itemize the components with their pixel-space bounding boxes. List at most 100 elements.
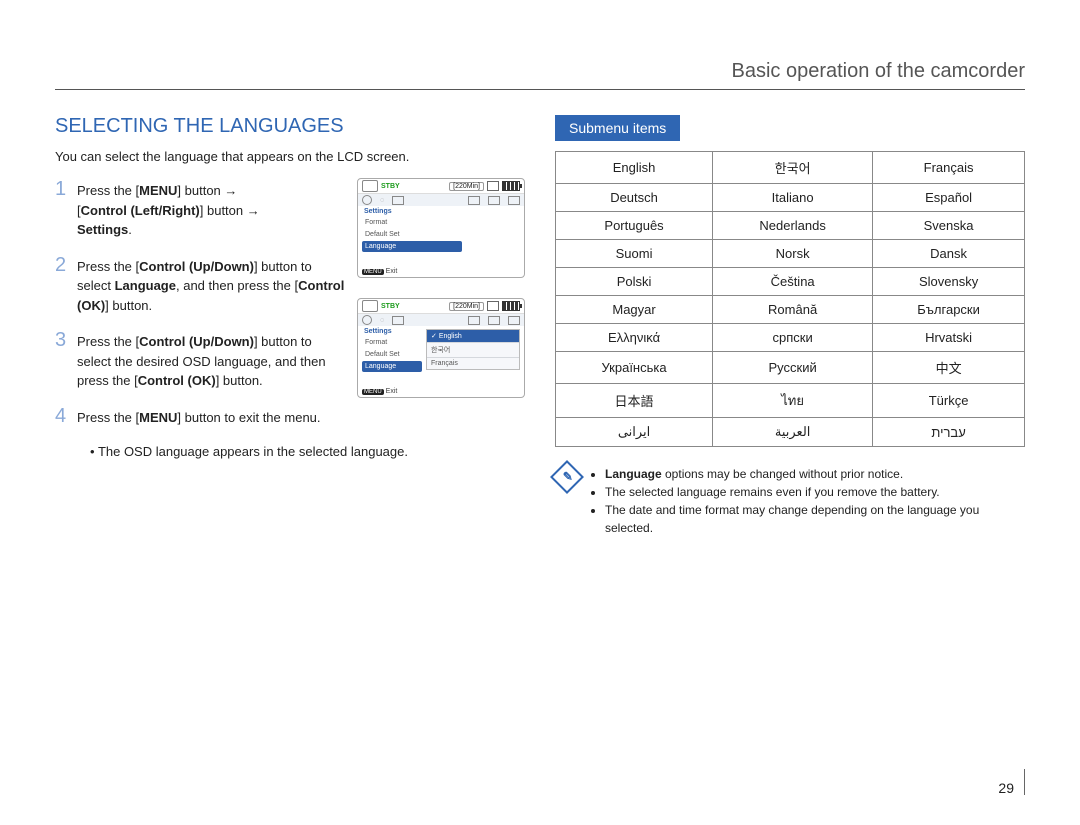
language-cell: Norsk bbox=[713, 240, 873, 268]
language-cell: Čeština bbox=[713, 268, 873, 296]
table-row: SuomiNorskDansk bbox=[556, 240, 1025, 268]
note-icon: ✎ bbox=[550, 460, 584, 494]
table-row: 日本語ไทยTürkçe bbox=[556, 384, 1025, 418]
language-cell: Suomi bbox=[556, 240, 713, 268]
gear-icon bbox=[362, 315, 372, 325]
language-cell: Slovensky bbox=[873, 268, 1025, 296]
intro-text: You can select the language that appears… bbox=[55, 148, 525, 166]
note-item: The date and time format may change depe… bbox=[605, 501, 1025, 537]
language-cell: ایرانی bbox=[556, 418, 713, 447]
step-number: 2 bbox=[55, 254, 77, 277]
language-cell: Русский bbox=[713, 352, 873, 384]
lcd-screenshot-2: STBY [220Min] ◌ bbox=[357, 298, 525, 398]
lamp-icon: ◌ bbox=[380, 197, 384, 204]
table-row: PolskiČeštinaSlovensky bbox=[556, 268, 1025, 296]
language-cell: עברית bbox=[873, 418, 1025, 447]
panel-icon bbox=[508, 196, 520, 205]
table-row: MagyarRomânăБългарски bbox=[556, 296, 1025, 324]
language-table: English한국어FrançaisDeutschItalianoEspañol… bbox=[555, 151, 1025, 447]
mode-icon bbox=[392, 196, 404, 205]
submenu-tab: Submenu items bbox=[555, 115, 680, 141]
sidebar-item-default: Default Set bbox=[362, 229, 462, 240]
card-icon bbox=[487, 301, 499, 311]
icon-row: ◌ bbox=[358, 194, 524, 206]
footer-hint: MENUExit bbox=[362, 388, 397, 395]
chapter-header: Basic operation of the camcorder bbox=[55, 60, 1025, 90]
step-text: Press the [Control (Up/Down)] button to … bbox=[77, 329, 349, 391]
sidebar-item-language-selected: Language bbox=[362, 361, 422, 372]
language-cell: Türkçe bbox=[873, 384, 1025, 418]
lcd-screenshot-1: STBY [220Min] ◌ bbox=[357, 178, 525, 278]
note-item: Language options may be changed without … bbox=[605, 465, 1025, 483]
panel-icon bbox=[488, 316, 500, 325]
language-cell: Português bbox=[556, 212, 713, 240]
step-1: 1 Press the [MENU] button → [Control (Le… bbox=[55, 178, 349, 240]
language-cell: 中文 bbox=[873, 352, 1025, 384]
panel-icon bbox=[488, 196, 500, 205]
manual-page: Basic operation of the camcorder SELECTI… bbox=[0, 0, 1080, 825]
stby-indicator: STBY bbox=[381, 183, 400, 190]
panel-icon bbox=[468, 196, 480, 205]
section-title: SELECTING THE LANGUAGES bbox=[55, 115, 525, 138]
right-column: Submenu items English한국어FrançaisDeutschI… bbox=[555, 115, 1025, 537]
step-4: 4 Press the [MENU] button to exit the me… bbox=[55, 405, 525, 428]
step-number: 1 bbox=[55, 178, 77, 201]
language-cell: Ελληνικά bbox=[556, 324, 713, 352]
language-cell: Hrvatski bbox=[873, 324, 1025, 352]
sidebar-title: Settings bbox=[362, 327, 422, 336]
option-francais: Français bbox=[427, 358, 519, 369]
menu-btn-icon: MENU bbox=[362, 269, 384, 275]
step-number: 3 bbox=[55, 329, 77, 352]
step-text: Press the [MENU] button → [Control (Left… bbox=[77, 178, 349, 240]
page-number: 29 bbox=[998, 769, 1025, 795]
step-3: 3 Press the [Control (Up/Down)] button t… bbox=[55, 329, 349, 391]
step-number: 4 bbox=[55, 405, 77, 428]
left-column: SELECTING THE LANGUAGES You can select t… bbox=[55, 115, 525, 537]
step-4-bullet: The OSD language appears in the selected… bbox=[55, 442, 525, 462]
footer-hint: MENUExit bbox=[362, 268, 397, 275]
sidebar-title: Settings bbox=[362, 207, 462, 216]
gear-icon bbox=[362, 195, 372, 205]
sidebar-item-format: Format bbox=[362, 337, 422, 348]
table-row: ΕλληνικάсрпскиHrvatski bbox=[556, 324, 1025, 352]
language-cell: Dansk bbox=[873, 240, 1025, 268]
language-popup: English 한국어 Français bbox=[426, 329, 520, 370]
sidebar-item-format: Format bbox=[362, 217, 462, 228]
step-text: Press the [Control (Up/Down)] button to … bbox=[77, 254, 349, 316]
lamp-icon: ◌ bbox=[380, 317, 384, 324]
battery-icon bbox=[502, 301, 520, 311]
panel-icon bbox=[468, 316, 480, 325]
table-row: УкраїнськаРусский中文 bbox=[556, 352, 1025, 384]
language-cell: Română bbox=[713, 296, 873, 324]
icon-row: ◌ bbox=[358, 314, 524, 326]
language-cell: 日本語 bbox=[556, 384, 713, 418]
language-cell: ไทย bbox=[713, 384, 873, 418]
language-cell: Polski bbox=[556, 268, 713, 296]
stby-indicator: STBY bbox=[381, 303, 400, 310]
sidebar-item-language-selected: Language bbox=[362, 241, 462, 252]
language-cell: Deutsch bbox=[556, 184, 713, 212]
option-english-selected: English bbox=[427, 330, 519, 343]
battery-icon bbox=[502, 181, 520, 191]
language-cell: Español bbox=[873, 184, 1025, 212]
language-cell: English bbox=[556, 152, 713, 184]
option-korean: 한국어 bbox=[427, 343, 519, 358]
notes-block: ✎ Language options may be changed withou… bbox=[555, 465, 1025, 537]
table-row: PortuguêsNederlandsSvenska bbox=[556, 212, 1025, 240]
language-cell: 한국어 bbox=[713, 152, 873, 184]
step-text: Press the [MENU] button to exit the menu… bbox=[77, 405, 525, 428]
table-row: DeutschItalianoEspañol bbox=[556, 184, 1025, 212]
sidebar-item-default: Default Set bbox=[362, 349, 422, 360]
card-icon bbox=[487, 181, 499, 191]
camera-icon bbox=[362, 300, 378, 312]
language-cell: Magyar bbox=[556, 296, 713, 324]
language-cell: Nederlands bbox=[713, 212, 873, 240]
language-cell: العربية bbox=[713, 418, 873, 447]
step-2: 2 Press the [Control (Up/Down)] button t… bbox=[55, 254, 349, 316]
time-remaining: [220Min] bbox=[449, 302, 484, 311]
table-row: English한국어Français bbox=[556, 152, 1025, 184]
camera-icon bbox=[362, 180, 378, 192]
language-cell: Български bbox=[873, 296, 1025, 324]
menu-btn-icon: MENU bbox=[362, 389, 384, 395]
language-cell: Italiano bbox=[713, 184, 873, 212]
